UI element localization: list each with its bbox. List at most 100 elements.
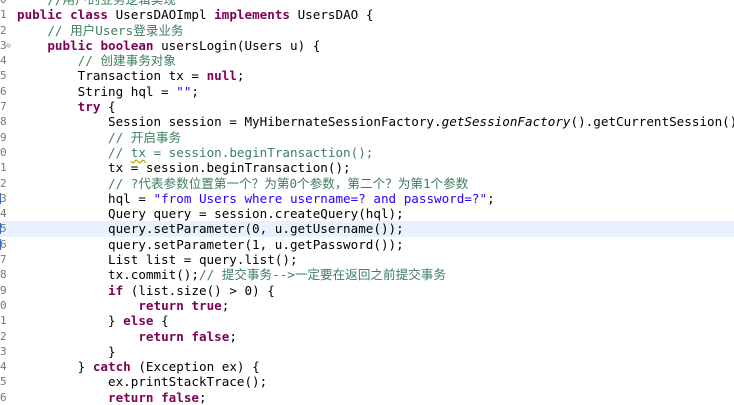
code-token: ; — [221, 297, 230, 313]
code-token: } — [17, 313, 124, 329]
code-line[interactable]: 1 } else { — [0, 313, 734, 328]
code-token: { — [153, 313, 169, 329]
code-line[interactable]: 9 if (list.size() > 0) { — [0, 283, 734, 298]
code-text: // 创建事务对象 — [17, 53, 176, 68]
code-line[interactable]: 7 List list = query.list(); — [0, 252, 734, 267]
code-text: } catch (Exception ex) { — [17, 359, 260, 374]
code-token: getSessionFactory — [441, 114, 571, 130]
code-line[interactable]: 2 return false; — [0, 329, 734, 344]
code-line[interactable]: 8 Session session = MyHibernateSessionFa… — [0, 114, 734, 129]
code-text: if (list.size() > 0) { — [17, 283, 275, 298]
code-line[interactable]: 1 tx = session.beginTransaction(); — [0, 160, 734, 175]
code-token: // 用户Users登录业务 — [47, 22, 184, 38]
code-token: true — [191, 297, 222, 313]
code-token: query.setParameter(0, u.getUsername()); — [17, 221, 404, 237]
code-line[interactable]: 4 // 创建事务对象 — [0, 53, 734, 68]
code-line[interactable]: 0 return true; — [0, 298, 734, 313]
code-line[interactable]: 6 return false; — [0, 390, 734, 405]
code-token: { — [100, 99, 116, 115]
code-token: ; — [236, 68, 245, 84]
line-number: 3 — [0, 191, 12, 206]
code-line[interactable]: 4 } catch (Exception ex) { — [0, 359, 734, 374]
code-line[interactable]: 6 query.setParameter(1, u.getPassword())… — [0, 237, 734, 252]
code-token: ; — [199, 389, 207, 405]
code-token: public — [47, 37, 93, 53]
code-text: Session session = MyHibernateSessionFact… — [17, 114, 734, 129]
line-number-text: 9 — [0, 283, 7, 297]
code-token: try — [77, 99, 101, 115]
code-token: false — [191, 328, 230, 344]
code-text: Transaction tx = null; — [17, 68, 245, 83]
code-token: // 提交事务-->一定要在返回之前提交事务 — [198, 267, 446, 283]
code-text: Query query = session.createQuery(hql); — [17, 206, 404, 221]
code-token: tx — [130, 144, 146, 160]
line-number-text: 0 — [0, 298, 7, 312]
code-token: tx = session.beginTransaction(); — [17, 160, 351, 176]
code-text: return false; — [17, 390, 207, 405]
code-line[interactable]: 3 } — [0, 344, 734, 359]
code-token: // 开启事务 — [108, 129, 182, 145]
code-token: false — [161, 389, 200, 405]
code-line[interactable]: 6 String hql = ""; — [0, 84, 734, 99]
code-token: ; — [229, 328, 237, 344]
line-number: 2 — [0, 329, 12, 344]
code-text: return false; — [17, 329, 237, 344]
line-number: 8 — [0, 114, 12, 129]
line-number-text: 2 — [0, 176, 7, 190]
line-number-text: 4 — [0, 360, 7, 374]
code-token: public — [17, 7, 63, 23]
code-token: String hql = — [17, 83, 177, 99]
line-number: 4 — [0, 53, 12, 68]
code-text: // tx = session.beginTransaction(); — [17, 145, 373, 160]
code-line[interactable]: 5 Transaction tx = null; — [0, 68, 734, 83]
code-token: return — [108, 389, 154, 405]
code-line[interactable]: 3 hql = "from Users where username=? and… — [0, 191, 734, 206]
code-token: else — [123, 313, 154, 329]
code-token: UsersDAO { — [290, 7, 374, 23]
code-token: (list.size() > 0) { — [123, 282, 275, 298]
code-line[interactable]: 5 ex.printStackTrace(); — [0, 374, 734, 389]
code-token: usersLogin(Users u) { — [153, 37, 321, 53]
code-token: if — [108, 282, 124, 298]
code-token: List list = query.list(); — [17, 252, 298, 268]
code-token: ; — [487, 190, 495, 206]
code-token: hql = — [17, 190, 154, 206]
code-line[interactable]: 1 public class UsersDAOImpl implements Us… — [0, 7, 734, 22]
code-line[interactable]: 8 tx.commit();// 提交事务-->一定要在返回之前提交事务 — [0, 267, 734, 282]
line-number: 3 — [0, 344, 12, 359]
code-token: // ?代表参数位置第一个？为第0个参数，第二个？为第1个参数 — [108, 175, 469, 191]
code-text: } — [17, 344, 116, 359]
code-line[interactable]: 4 Query query = session.createQuery(hql)… — [0, 206, 734, 221]
code-token: boolean — [100, 37, 154, 53]
code-token: Session session = MyHibernateSessionFact… — [17, 114, 442, 130]
code-token: } — [17, 343, 116, 359]
code-editor[interactable]: 0 //用户的业务逻辑实现1public class UsersDAOImpl … — [0, 0, 734, 405]
code-line[interactable]: 0 //用户的业务逻辑实现 — [0, 0, 734, 7]
code-line[interactable]: 5 query.setParameter(0, u.getUsername())… — [0, 221, 734, 237]
change-marker-icon — [0, 192, 1, 204]
line-number-text: 1 — [0, 161, 7, 175]
code-line[interactable]: 3 ⊖ public boolean usersLogin(Users u) { — [0, 38, 734, 53]
code-token: "" — [176, 83, 192, 99]
code-line[interactable]: 0 // tx = session.beginTransaction(); — [0, 145, 734, 160]
code-token: ex.printStackTrace(); — [17, 374, 268, 390]
code-text: List list = query.list(); — [17, 252, 298, 267]
code-line[interactable]: 9 // 开启事务 — [0, 130, 734, 145]
fold-collapse-icon[interactable]: ⊖ — [6, 38, 11, 53]
code-line[interactable]: 7 try { — [0, 99, 734, 114]
line-number-text: 5 — [0, 69, 7, 83]
code-token: Transaction tx = — [17, 68, 207, 84]
code-text: //用户的业务逻辑实现 — [17, 0, 176, 7]
code-token: catch — [92, 359, 131, 375]
line-number-text: 8 — [0, 115, 7, 129]
code-line[interactable]: 2 // 用户Users登录业务 — [0, 23, 734, 38]
code-line[interactable]: 2 // ?代表参数位置第一个？为第0个参数，第二个？为第1个参数 — [0, 176, 734, 191]
